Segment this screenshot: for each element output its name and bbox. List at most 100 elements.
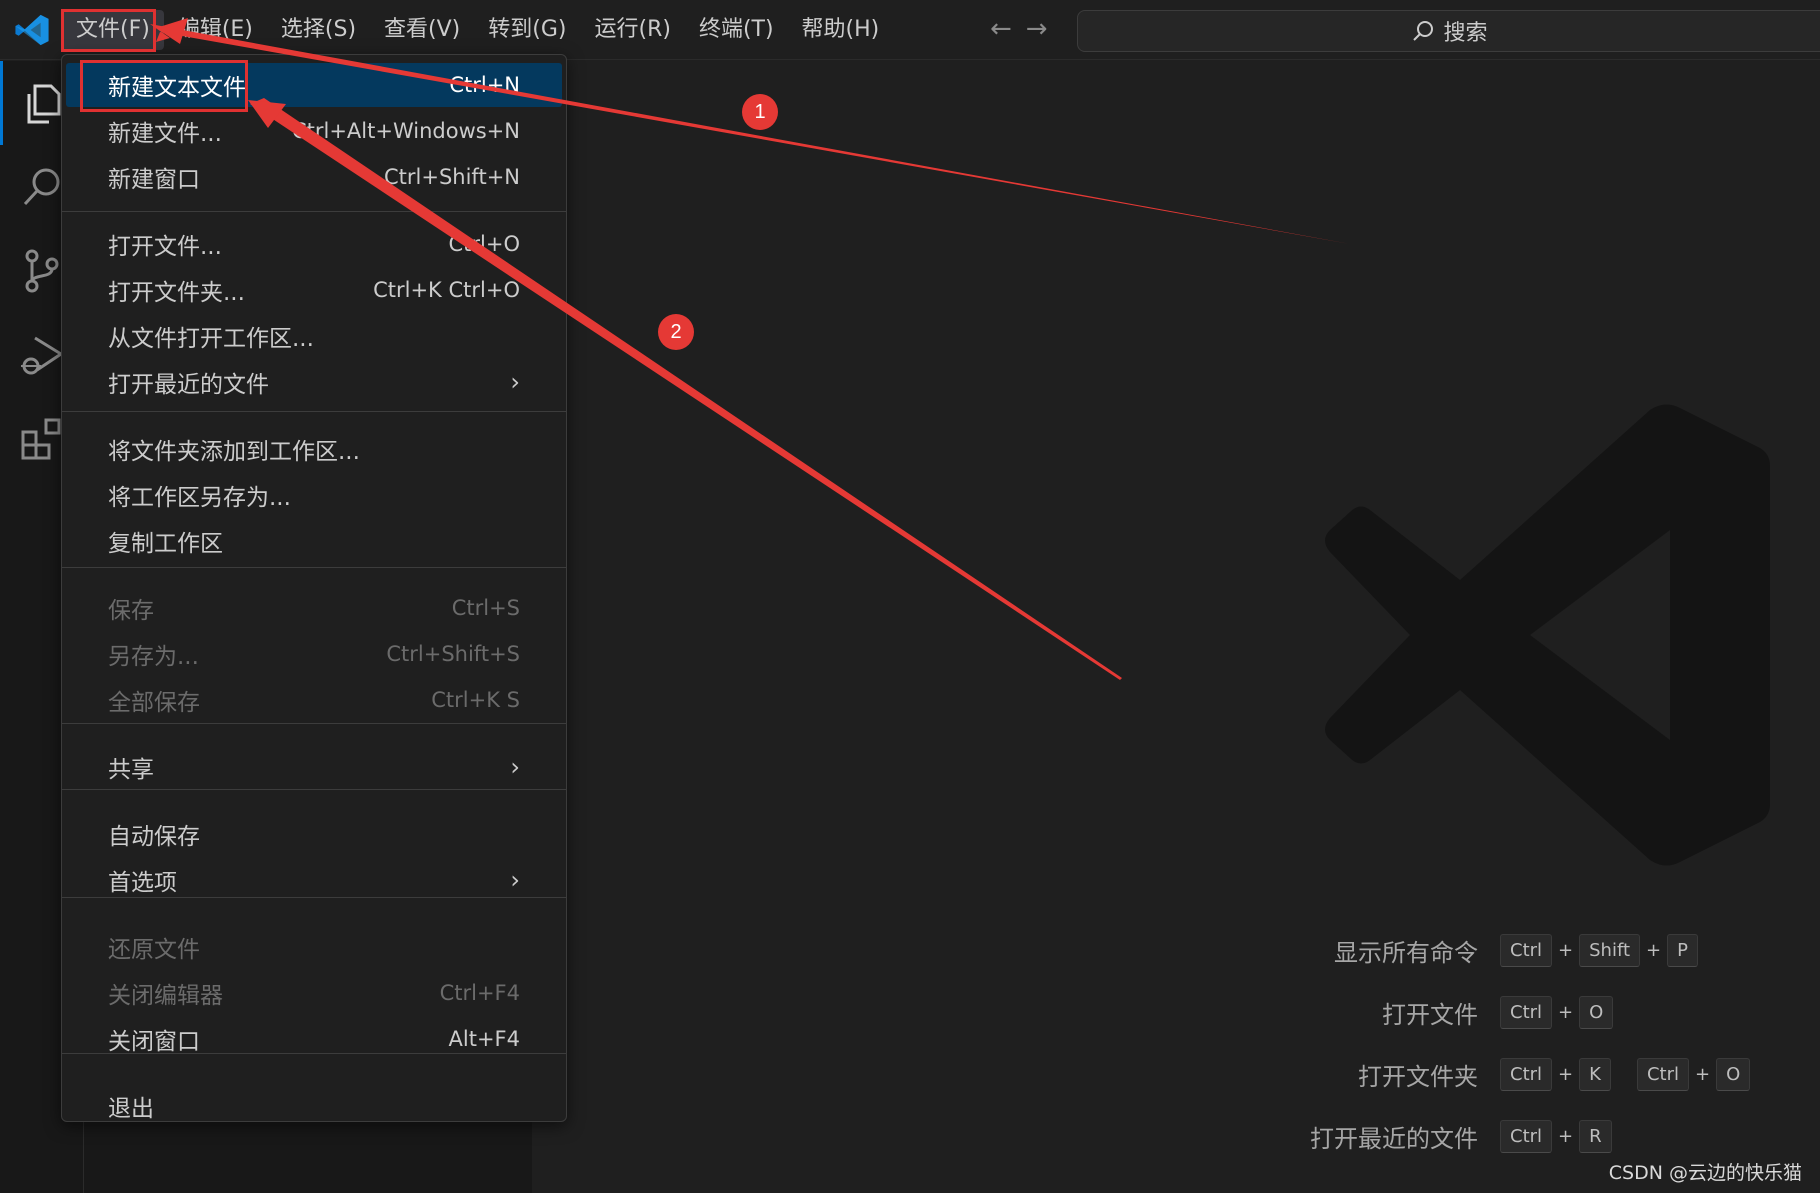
shortcut-label: 打开文件夹 [1358,1062,1478,1091]
file-menu-item[interactable]: 共享 › [66,745,562,789]
menu-bar: 文件(F) 编辑(E) 选择(S) 查看(V) 转到(G) 运行(R) 终端(T) 帮助(H) [62,10,893,50]
file-menu-item-shortcut: Ctrl+O [448,232,521,256]
file-menu-item-label: 新建文件... [108,121,222,147]
file-menu-item-label: 还原文件 [108,937,200,963]
file-menu-item-label: 将文件夹添加到工作区... [108,439,360,465]
file-menu-item[interactable]: 自动保存 [66,812,562,856]
back-arrow-icon[interactable]: ← [990,14,1012,44]
file-menu-item-label: 共享 [108,757,154,783]
file-menu-item-shortcut: Ctrl+F4 [439,981,520,1005]
menu-item-1[interactable]: 编辑(E) [164,10,267,50]
file-menu-item[interactable]: 退出 [66,1084,562,1128]
shortcut-row: 打开文件 Ctrl + O [1200,992,1820,1032]
file-menu-item[interactable]: 打开文件... Ctrl+O [66,222,562,266]
file-menu-item-label: 将工作区另存为... [108,485,291,511]
menu-separator [62,411,566,412]
search-icon [1413,21,1434,41]
file-menu-item-shortcut: Ctrl+Shift+N [384,165,520,189]
new-text-file-highlight [80,60,248,112]
key-plus: + [1646,939,1662,961]
file-menu-item[interactable]: 打开最近的文件 › [66,360,562,404]
keybinding: Ctrl + Shift + P [1500,933,1698,967]
file-menu-item: 另存为... Ctrl+Shift+S [66,632,562,676]
menu-item-5[interactable]: 运行(R) [580,10,684,50]
chevron-right-icon: › [510,368,520,396]
file-menu-item-label: 全部保存 [108,690,200,716]
source-control-icon [25,249,59,293]
file-menu-item-shortcut: Ctrl+Shift+S [386,642,520,666]
file-menu-item-shortcut: Ctrl+Alt+Windows+N [291,119,520,143]
files-icon [27,84,61,124]
key-cap: K [1579,1057,1611,1091]
file-menu-item-label: 保存 [108,598,154,624]
chevron-right-icon: › [510,753,520,781]
file-menu-item-label: 首选项 [108,870,177,896]
file-menu-item-shortcut: Alt+F4 [448,1027,520,1051]
credit-watermark: CSDN @云边的快乐猫 [1608,1162,1802,1184]
search-icon [23,168,60,206]
file-menu-item: 关闭编辑器 Ctrl+F4 [66,971,562,1015]
shortcut-row: 打开文件夹 Ctrl + K Ctrl + O [1200,1054,1820,1094]
file-menu-item: 保存 Ctrl+S [66,586,562,630]
menu-item-6[interactable]: 终端(T) [685,10,788,50]
file-menu-item[interactable]: 从文件打开工作区... [66,314,562,358]
menu-item-4[interactable]: 转到(G) [474,10,580,50]
file-menu-item-label: 关闭编辑器 [108,983,223,1009]
file-menu-item[interactable]: 将文件夹添加到工作区... [66,427,562,471]
key-plus: + [1558,1125,1574,1147]
key-cap: O [1716,1057,1751,1091]
key-cap: Ctrl [1500,995,1553,1029]
file-menu-item-label: 打开文件... [108,234,222,260]
file-menu-item[interactable]: 将工作区另存为... [66,473,562,517]
menu-separator [62,567,566,568]
file-menu-item[interactable]: 打开文件夹... Ctrl+K Ctrl+O [66,268,562,312]
navigation-arrows: ← → [990,14,1048,44]
menu-separator [62,789,566,790]
search-label: 搜索 [1443,21,1488,46]
chevron-right-icon: › [510,866,520,894]
key-cap: Ctrl [1500,1057,1553,1091]
vscode-watermark-logo-icon [1325,404,1770,866]
file-menu-item-shortcut: Ctrl+K Ctrl+O [373,278,520,302]
menu-item-2[interactable]: 选择(S) [267,10,370,50]
annotation-badge-1: 1 [742,94,778,130]
menu-separator [62,211,566,212]
key-cap: Ctrl [1636,1057,1689,1091]
file-menu-item-label: 复制工作区 [108,531,223,557]
key-cap: Ctrl [1500,933,1553,967]
key-cap: P [1667,933,1698,967]
file-menu-item[interactable]: 复制工作区 [66,519,562,563]
vscode-logo-icon[interactable] [14,12,50,48]
file-menu-item-label: 退出 [108,1096,154,1122]
file-menu-item[interactable]: 新建窗口 Ctrl+Shift+N [66,155,562,199]
keybinding: Ctrl + O [1500,995,1614,1029]
file-menu-item[interactable]: 新建文件... Ctrl+Alt+Windows+N [66,109,562,153]
file-menu-item-shortcut: Ctrl+N [449,73,520,97]
key-cap: O [1579,995,1614,1029]
file-menu-item-label: 新建窗口 [108,167,200,193]
run-debug-icon [21,336,64,375]
file-menu-item-label: 从文件打开工作区... [108,326,314,352]
file-menu-item-label: 另存为... [108,644,199,670]
file-menu-item-label: 自动保存 [108,824,200,850]
key-cap: Shift [1579,933,1641,967]
keybinding: Ctrl + K Ctrl + O [1500,1057,1751,1091]
file-menu-item: 全部保存 Ctrl+K S [66,678,562,722]
file-menu-item[interactable]: 关闭窗口 Alt+F4 [66,1017,562,1061]
forward-arrow-icon[interactable]: → [1026,14,1048,44]
key-plus: + [1558,1001,1574,1023]
file-menu-item-shortcut: Ctrl+K S [431,688,520,712]
file-menu-highlight [61,9,156,52]
menu-item-7[interactable]: 帮助(H) [788,10,894,50]
key-cap: R [1579,1119,1612,1153]
command-center-search[interactable]: 搜索 [1077,10,1820,52]
file-menu-item-shortcut: Ctrl+S [451,596,520,620]
shortcut-label: 打开最近的文件 [1310,1124,1478,1153]
file-menu-item[interactable]: 首选项 › [66,858,562,902]
key-cap: Ctrl [1500,1119,1553,1153]
menu-item-3[interactable]: 查看(V) [370,10,474,50]
key-plus: + [1558,939,1574,961]
shortcut-row: 显示所有命令 Ctrl + Shift + P [1200,930,1820,970]
annotation-badge-2: 2 [658,314,694,350]
file-menu-dropdown: 新建文本文件 Ctrl+N 新建文件... Ctrl+Alt+Windows+N 新建窗… [61,54,567,1122]
